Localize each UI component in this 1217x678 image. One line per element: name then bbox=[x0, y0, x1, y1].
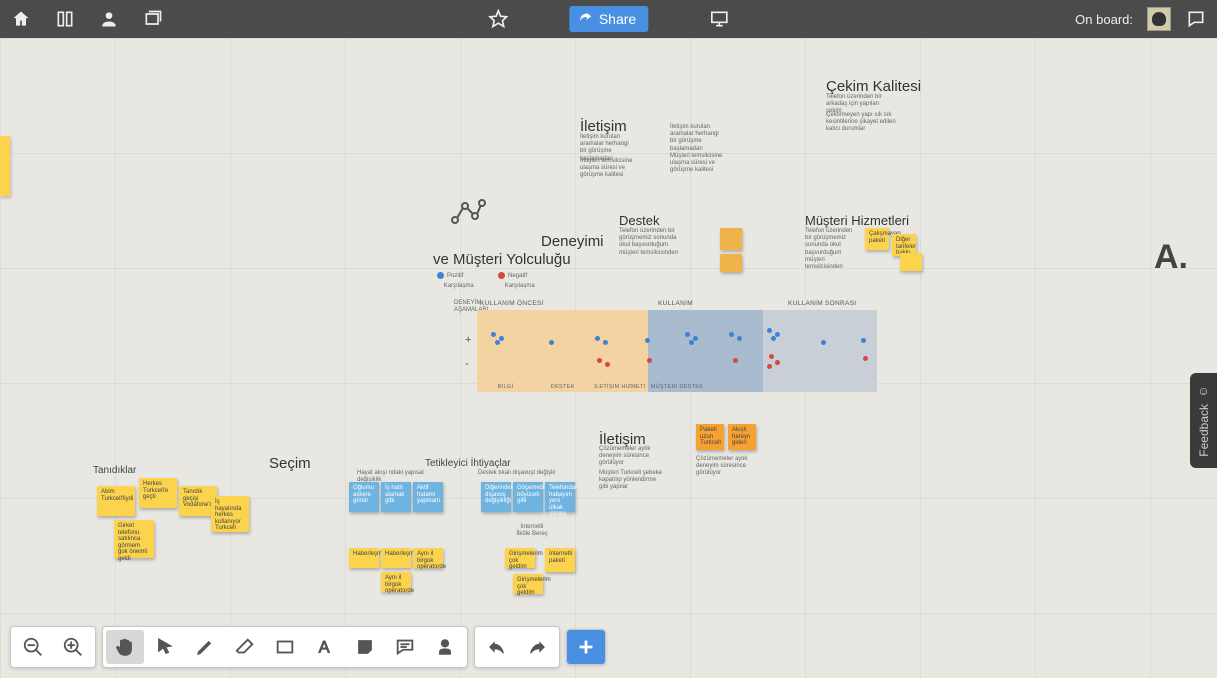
chat-icon[interactable] bbox=[1185, 8, 1207, 30]
legend: Negatif aaKarşılaşma bbox=[498, 272, 535, 291]
heading-tetikleyici: Tetikleyici İhtiyaçlar bbox=[425, 458, 511, 469]
text-block: Çözümemeler aylık deneyim süresince görü… bbox=[599, 446, 664, 468]
onboard-label: On board: bbox=[1075, 12, 1133, 27]
people-icon[interactable] bbox=[98, 8, 120, 30]
sticky-note[interactable]: Girişmelerim çok geldim bbox=[505, 548, 535, 568]
sticky-note[interactable] bbox=[720, 228, 742, 250]
redo-button[interactable] bbox=[518, 630, 556, 664]
journey-map: BİLGİ DESTEK İLETİŞİM HİZMETİ MÜŞTERİ DE… bbox=[477, 310, 877, 392]
heading-tanidiklar: Tanıdıklar bbox=[93, 465, 136, 476]
comment-tool[interactable] bbox=[386, 630, 424, 664]
phase-label: KULLANIM SONRASI bbox=[788, 300, 856, 307]
bottom-toolbar: A bbox=[10, 626, 606, 668]
sticky-note[interactable]: Haberleşmeyi bbox=[349, 548, 379, 568]
sticky-note[interactable]: Haberleşmeyi bbox=[381, 548, 411, 568]
text-block: Çözümemeler aylık deneyim süresince görü… bbox=[696, 456, 756, 478]
feedback-label: Feedback bbox=[1197, 404, 1211, 457]
heading-iletisim-top: İletişim bbox=[580, 118, 627, 135]
sticky-note[interactable] bbox=[900, 253, 922, 271]
sticky-note[interactable]: Aynı il birgok operatorde bbox=[413, 548, 443, 568]
add-button[interactable] bbox=[567, 630, 605, 664]
sticky-tool[interactable] bbox=[346, 630, 384, 664]
heading-cekim: Çekim Kalitesi bbox=[826, 78, 921, 95]
stamp-tool[interactable] bbox=[426, 630, 464, 664]
axis-plus: + bbox=[465, 334, 471, 346]
feedback-tab[interactable]: ☺ Feedback bbox=[1190, 373, 1217, 468]
avatar[interactable] bbox=[1147, 7, 1171, 31]
heading-secim: Seçim bbox=[269, 455, 311, 472]
text-block: İnternetli İlköle Bereç bbox=[513, 524, 551, 538]
pen-tool[interactable] bbox=[186, 630, 224, 664]
network-icon bbox=[450, 198, 486, 229]
sticky-note[interactable] bbox=[0, 136, 10, 196]
phase-label: KULLANIM bbox=[658, 300, 693, 307]
present-icon[interactable] bbox=[708, 8, 730, 30]
board-canvas[interactable]: Deneyimi ve Müşteri Yolculuğu İletişim D… bbox=[0, 38, 1217, 678]
text-block: Destek tıkalı dışavuşt değişkl bbox=[478, 470, 558, 477]
text-block: İletişim kurulan aramalar herhangi bir g… bbox=[670, 124, 725, 153]
sticky-note[interactable]: Akışlı hareyn giden bbox=[728, 424, 756, 450]
heading-musteri: Müşteri Hizmetleri bbox=[805, 213, 909, 228]
images-icon[interactable] bbox=[142, 8, 164, 30]
text-block: Müşteri temsilcisine ulaşma süresi ve gö… bbox=[580, 158, 635, 180]
hand-tool[interactable] bbox=[106, 630, 144, 664]
sticky-note[interactable]: İş hattı alamak gibi bbox=[381, 482, 411, 512]
sticky-note[interactable]: Girket telefonu satılınca görmem gok öne… bbox=[114, 520, 154, 558]
add-group bbox=[566, 629, 606, 665]
text-block: Çektirmeyen yapı sık sık kesintilerine ş… bbox=[826, 112, 896, 134]
sticky-note[interactable]: Diğerindeki dışavuş değişikliği bbox=[481, 482, 511, 512]
zoom-group bbox=[10, 626, 96, 668]
sticky-note[interactable]: Aynı il birgok operatorde bbox=[381, 572, 411, 592]
section-label-a: A. bbox=[1154, 238, 1188, 277]
text-tool[interactable]: A bbox=[306, 630, 344, 664]
sticky-note[interactable]: Herkes Turkcell'e geçti bbox=[139, 478, 177, 508]
share-label: Share bbox=[599, 11, 636, 27]
sticky-note[interactable]: Abim Turkcell'liydi bbox=[97, 486, 135, 516]
star-icon[interactable] bbox=[487, 8, 509, 30]
sticky-note[interactable]: İnternetli paketi bbox=[545, 548, 575, 572]
zoom-in-button[interactable] bbox=[54, 630, 92, 664]
smile-icon: ☺ bbox=[1197, 384, 1209, 398]
legend: Pozitif aaKarşılaşma bbox=[437, 272, 474, 291]
text-block: Müşteri Turkcell şebeke kapatılıp yönlen… bbox=[599, 470, 664, 492]
text-block: Telefon üzerinden bir görüşmemiz sonunda… bbox=[805, 228, 860, 271]
pointer-tool[interactable] bbox=[146, 630, 184, 664]
heading-deneyimi: Deneyimi bbox=[541, 233, 604, 250]
phase-label: KULLANIM ÖNCESİ bbox=[480, 300, 544, 307]
share-button[interactable]: Share bbox=[569, 6, 648, 32]
sticky-note[interactable]: Aktif hatamı yapmam bbox=[413, 482, 443, 512]
sticky-note[interactable]: Göçemedim böyücek gibi bbox=[513, 482, 543, 512]
text-block: Telefon üzerinden bir görüşmemiz sonunda… bbox=[619, 228, 689, 257]
sticky-note[interactable]: Çalışmayan paketi bbox=[865, 228, 889, 250]
sticky-note[interactable] bbox=[720, 254, 742, 272]
boards-icon[interactable] bbox=[54, 8, 76, 30]
axis-minus: - bbox=[465, 358, 469, 370]
eraser-tool[interactable] bbox=[226, 630, 264, 664]
sticky-note[interactable]: Oğlumu askere göndr bbox=[349, 482, 379, 512]
tools-group: A bbox=[102, 626, 468, 668]
sticky-note[interactable]: Telefondan habayım yeni ülkak olması bbox=[545, 482, 575, 512]
text-block: Müşteri temsilcisine ulaşma süresi ve gö… bbox=[670, 153, 725, 175]
history-group bbox=[474, 626, 560, 668]
heading-destek: Destek bbox=[619, 213, 659, 228]
home-icon[interactable] bbox=[10, 8, 32, 30]
svg-text:A: A bbox=[319, 639, 330, 657]
zoom-out-button[interactable] bbox=[14, 630, 52, 664]
heading-yolculuk: ve Müşteri Yolculuğu bbox=[433, 251, 571, 268]
undo-button[interactable] bbox=[478, 630, 516, 664]
sticky-note[interactable]: İş hayatında herkes kullanıyor Turkcell bbox=[211, 496, 249, 532]
rectangle-tool[interactable] bbox=[266, 630, 304, 664]
sticky-note[interactable]: Paketi uzun Turkcell bbox=[696, 424, 724, 450]
top-toolbar: Share On board: bbox=[0, 0, 1217, 38]
sticky-note[interactable]: Girişmelerim çok geldim bbox=[513, 574, 543, 594]
